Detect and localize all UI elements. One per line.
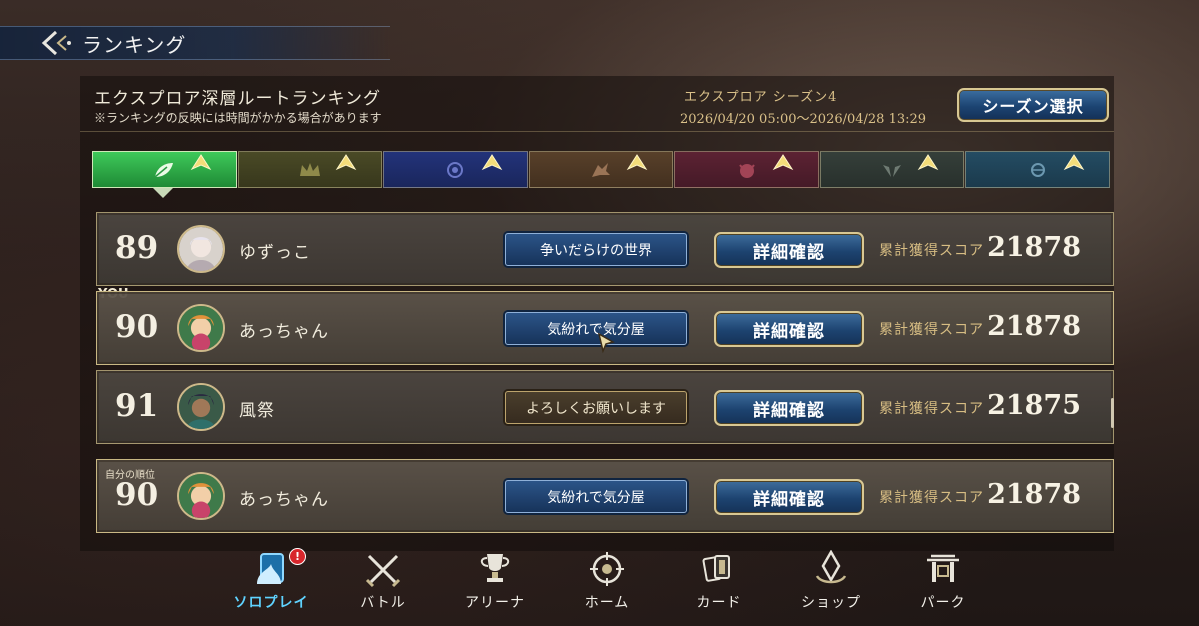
player-name: あっちゃん bbox=[239, 490, 329, 510]
nav-arena[interactable]: アリーナ bbox=[440, 548, 550, 614]
detail-button[interactable]: 詳細確認 bbox=[714, 311, 864, 347]
nav-label: アリーナ bbox=[465, 595, 525, 611]
score-label: 累計獲得スコア bbox=[879, 401, 984, 417]
star-flower-icon bbox=[447, 161, 464, 178]
score-value: 21878 bbox=[987, 232, 1081, 263]
rank-up-icon bbox=[481, 154, 503, 171]
alert-badge: ! bbox=[289, 548, 306, 565]
nav-solo-play[interactable]: ! ソロプレイ bbox=[216, 548, 326, 614]
list-scrollbar[interactable] bbox=[1111, 398, 1114, 428]
rank-up-icon bbox=[918, 154, 939, 171]
wings-icon bbox=[883, 164, 902, 177]
leaf-icon bbox=[154, 162, 174, 178]
rank-up-icon bbox=[772, 154, 794, 171]
rank-up-icon bbox=[626, 154, 648, 171]
active-tab-pointer-icon bbox=[153, 188, 173, 198]
rank-up-icon bbox=[1063, 154, 1085, 171]
title-badge: 気紛れで気分屋 bbox=[505, 480, 687, 513]
tab-demon[interactable] bbox=[674, 151, 819, 188]
score-label: 累計獲得スコア bbox=[879, 243, 984, 259]
score-value: 21878 bbox=[987, 479, 1081, 510]
detail-button[interactable]: 詳細確認 bbox=[714, 390, 864, 426]
trophy-icon bbox=[480, 554, 510, 582]
tab-dragon[interactable] bbox=[528, 151, 674, 188]
dragon-icon bbox=[592, 162, 611, 177]
rank-up-icon bbox=[335, 154, 357, 171]
nav-label: パーク bbox=[920, 595, 966, 611]
rank-number: 90 bbox=[115, 309, 159, 345]
rank-number: 91 bbox=[115, 388, 159, 424]
avatar[interactable] bbox=[177, 472, 225, 520]
tab-crown[interactable] bbox=[237, 151, 383, 188]
ranking-row: 91 風祭 よろしくお願いします 詳細確認 累計獲得スコア 21875 bbox=[96, 370, 1114, 444]
ranking-title: エクスプロア深層ルートランキング bbox=[94, 89, 381, 109]
title-badge: 争いだらけの世界 bbox=[505, 233, 687, 266]
season-name: エクスプロア シーズン4 bbox=[684, 90, 838, 105]
avatar[interactable] bbox=[177, 225, 225, 273]
orb-icon bbox=[1030, 162, 1045, 177]
score-value: 21878 bbox=[987, 311, 1081, 342]
score-label: 累計獲得スコア bbox=[879, 322, 984, 338]
nav-label: カード bbox=[696, 595, 742, 611]
nav-home[interactable]: ホーム bbox=[552, 548, 662, 614]
player-name: ゆずっこ bbox=[239, 243, 311, 263]
nav-park[interactable]: パーク bbox=[888, 548, 998, 614]
nav-label: ホーム bbox=[584, 595, 630, 611]
score-label: 累計獲得スコア bbox=[879, 490, 984, 506]
park-gate-icon bbox=[927, 554, 959, 582]
season-period: 2026/04/20 05:00〜2026/04/28 13:29 bbox=[680, 112, 927, 127]
cards-icon bbox=[702, 555, 730, 582]
rank-number: 90 bbox=[115, 477, 159, 513]
avatar[interactable] bbox=[177, 383, 225, 431]
solo-play-icon bbox=[257, 553, 284, 584]
tab-wings[interactable] bbox=[819, 151, 965, 188]
detail-button[interactable]: 詳細確認 bbox=[714, 479, 864, 515]
avatar[interactable] bbox=[177, 304, 225, 352]
nav-battle[interactable]: バトル bbox=[328, 548, 438, 614]
rank-number: 89 bbox=[115, 230, 159, 266]
crown-icon bbox=[299, 162, 320, 176]
crossed-swords-icon bbox=[365, 554, 401, 588]
detail-button[interactable]: 詳細確認 bbox=[714, 232, 864, 268]
nav-shop[interactable]: ショップ bbox=[776, 548, 886, 614]
nav-label: バトル bbox=[360, 595, 406, 611]
ranking-row: 89 ゆずっこ 争いだらけの世界 詳細確認 累計獲得スコア 21878 bbox=[96, 212, 1114, 286]
nav-label: ショップ bbox=[801, 595, 861, 611]
bottom-nav: ! ソロプレイ バトル アリーナ ホーム カード ショップ パーク bbox=[216, 548, 976, 614]
rank-up-icon bbox=[190, 154, 211, 171]
tab-leaf[interactable] bbox=[92, 151, 237, 188]
shop-crystal-icon bbox=[815, 550, 847, 584]
home-compass-icon bbox=[590, 552, 624, 586]
demon-icon bbox=[738, 163, 755, 178]
pointer-cursor-icon bbox=[597, 332, 615, 354]
season-select-button[interactable]: シーズン選択 bbox=[957, 88, 1109, 122]
page-title: ランキング bbox=[82, 33, 187, 57]
score-value: 21875 bbox=[987, 390, 1081, 421]
nav-cards[interactable]: カード bbox=[664, 548, 774, 614]
tab-orb[interactable] bbox=[965, 151, 1111, 188]
my-rank-row: 自分の順位 90 あっちゃん 気紛れで気分屋 詳細確認 累計獲得スコア 2187… bbox=[96, 459, 1114, 533]
class-tabs bbox=[92, 151, 1111, 188]
ranking-note: ※ランキングの反映には時間がかかる場合があります bbox=[94, 111, 382, 125]
nav-label: ソロプレイ bbox=[233, 595, 309, 611]
player-name: 風祭 bbox=[239, 401, 275, 421]
player-name: あっちゃん bbox=[239, 322, 329, 342]
back-button[interactable] bbox=[36, 28, 76, 58]
back-arrow-icon bbox=[41, 30, 71, 56]
tab-star-flower[interactable] bbox=[383, 151, 528, 188]
title-badge: よろしくお願いします bbox=[505, 391, 687, 424]
